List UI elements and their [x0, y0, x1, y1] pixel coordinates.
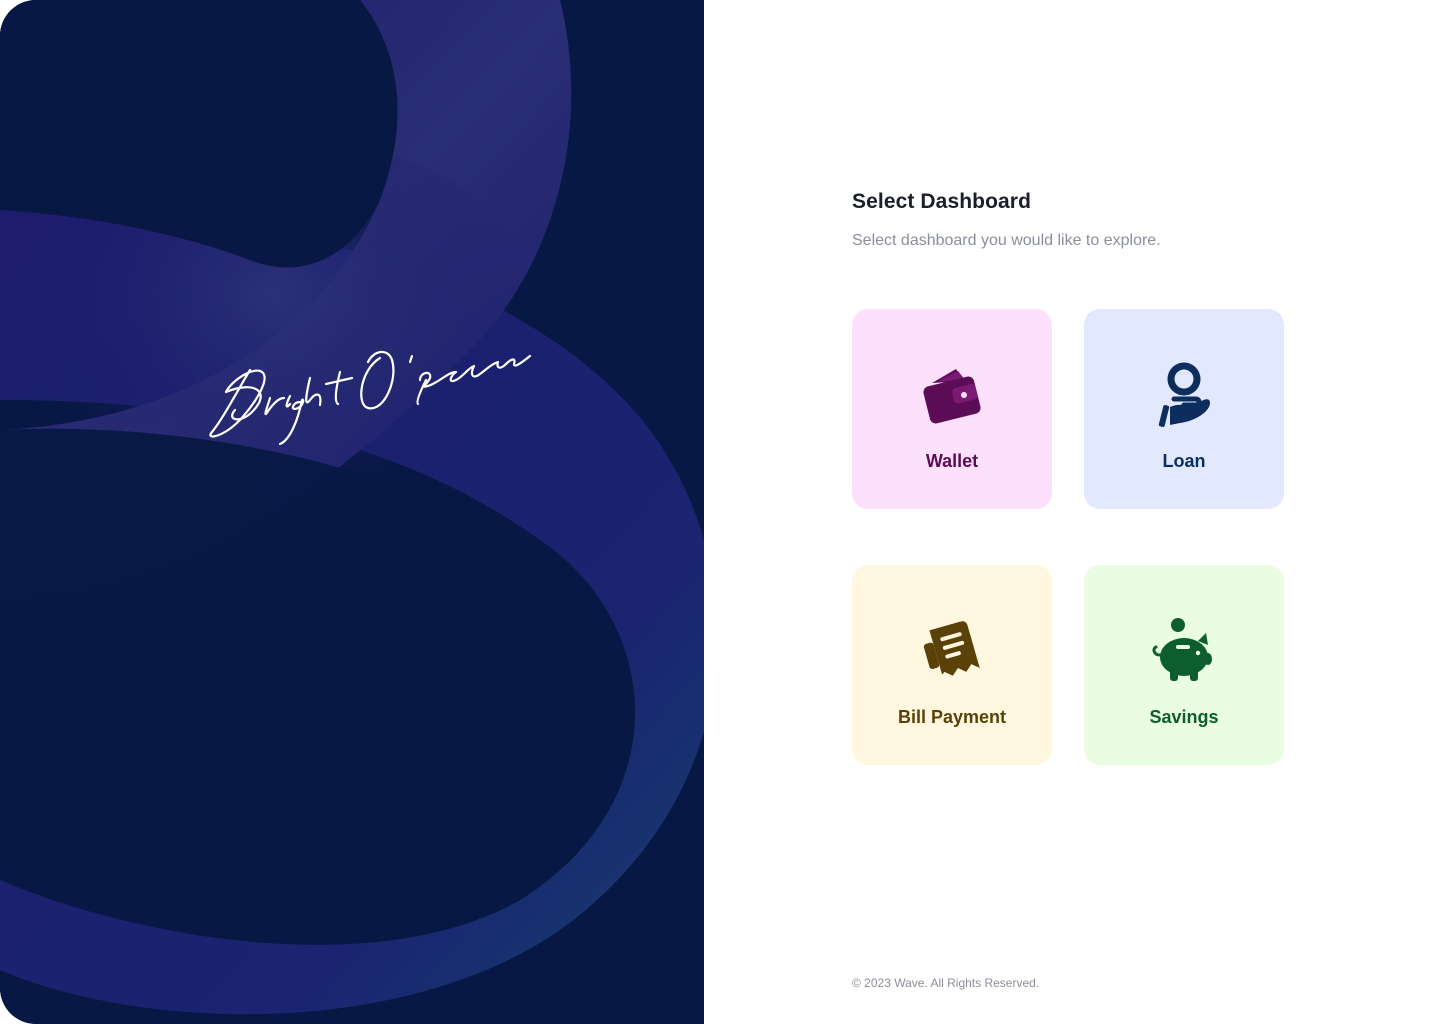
page-title: Select Dashboard	[852, 190, 1031, 213]
footer-copyright: © 2023 Wave. All Rights Reserved.	[852, 976, 1040, 990]
loan-label: Loan	[1162, 451, 1206, 471]
savings-dashboard-card[interactable]: Savings	[1084, 565, 1284, 765]
wallet-label: Wallet	[925, 451, 979, 471]
hero-panel	[0, 0, 704, 1024]
bill-receipt-icon	[912, 611, 992, 691]
loan-dashboard-card[interactable]: Loan	[1084, 309, 1284, 509]
bill-payment-dashboard-card[interactable]: Bill Payment	[852, 565, 1052, 765]
signature-logo	[209, 350, 532, 446]
bill-payment-label: Bill Payment	[897, 707, 1007, 727]
loan-hand-coin-icon	[1144, 355, 1224, 435]
page-subtitle: Select dashboard you would like to explo…	[852, 232, 1161, 249]
wallet-dashboard-card[interactable]: Wallet	[852, 309, 1052, 509]
wallet-icon	[912, 355, 992, 435]
dashboard-selection-page: Select Dashboard Select dashboard you wo…	[0, 0, 1440, 1024]
savings-label: Savings	[1149, 707, 1219, 727]
dashboard-selector: Select Dashboard Select dashboard you wo…	[852, 0, 1372, 1024]
piggy-bank-icon	[1144, 611, 1224, 691]
